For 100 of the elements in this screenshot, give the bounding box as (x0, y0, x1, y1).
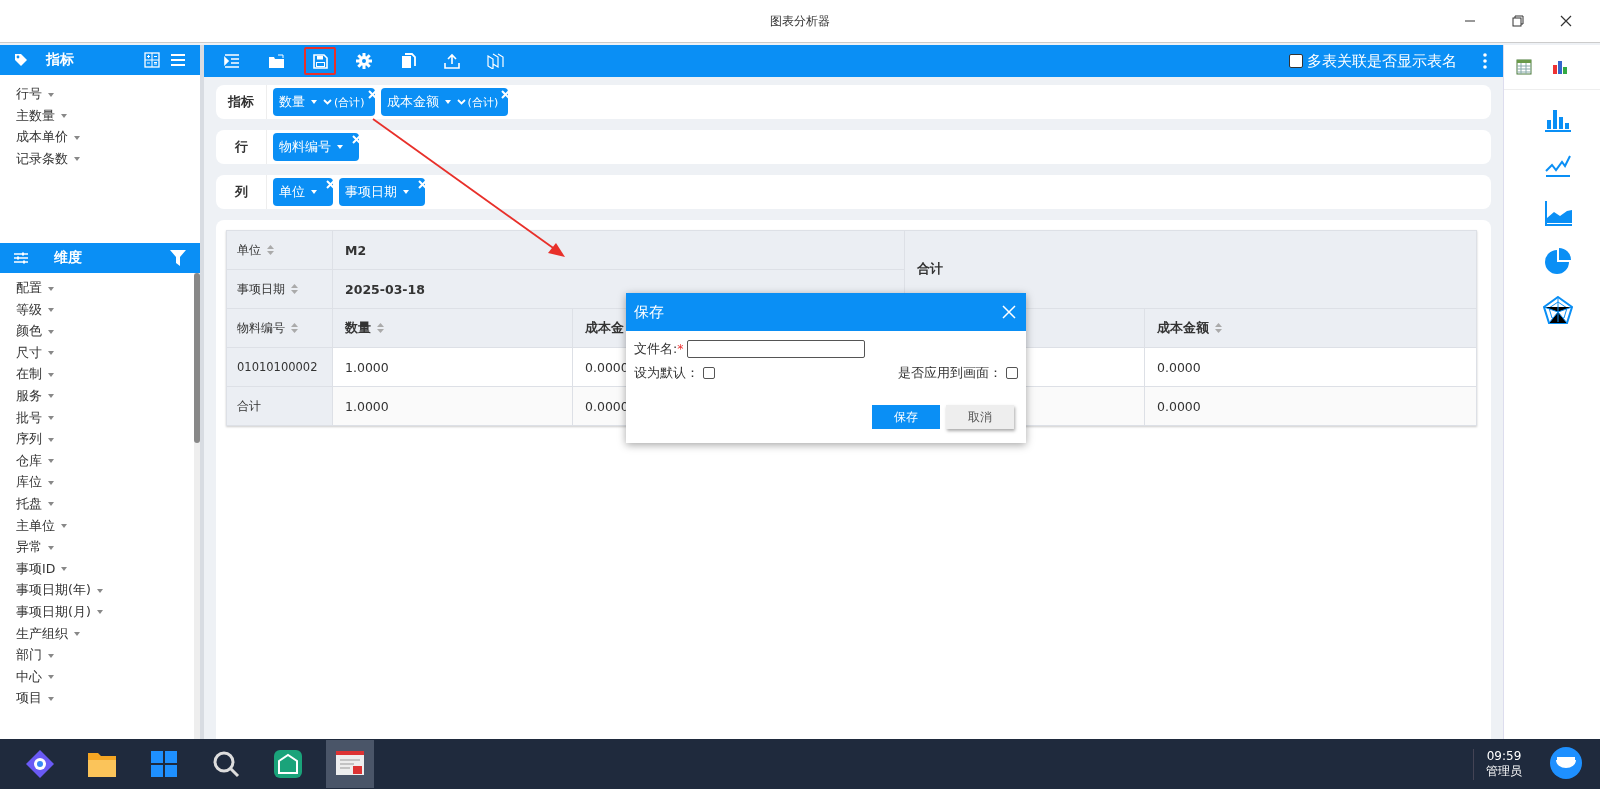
restore-icon[interactable] (1512, 15, 1524, 27)
caret-icon[interactable] (337, 145, 343, 149)
scrollbar-thumb[interactable] (194, 273, 200, 443)
save-button[interactable] (304, 47, 336, 75)
field-item[interactable]: 在制 (16, 366, 42, 382)
remove-icon[interactable] (418, 180, 427, 189)
field-item[interactable]: 库位 (16, 474, 42, 490)
field-item[interactable]: 服务 (16, 387, 42, 403)
chevron-down-icon[interactable] (456, 99, 466, 105)
field-item[interactable]: 项目 (16, 690, 42, 706)
field-item[interactable]: 序列 (16, 431, 42, 447)
caret-icon[interactable] (48, 653, 54, 658)
field-item[interactable]: 主数量 (16, 107, 55, 123)
table-cell: 1.0000 (332, 347, 573, 387)
caret-icon[interactable] (61, 524, 67, 529)
header-cell[interactable]: 物料编号 (237, 320, 285, 335)
diamond-icon (25, 749, 55, 779)
checkbox[interactable] (703, 367, 715, 379)
line-chart-icon[interactable] (1545, 154, 1571, 178)
caret-icon[interactable] (48, 480, 54, 485)
header-cell[interactable]: 成本金 (585, 319, 624, 335)
caret-icon[interactable] (444, 100, 451, 104)
caret-icon[interactable] (48, 696, 54, 701)
menu-icon[interactable] (170, 53, 186, 67)
caret-icon[interactable] (311, 190, 317, 194)
field-item[interactable]: 尺寸 (16, 344, 42, 360)
field-item[interactable]: 事项日期(月) (16, 603, 91, 619)
remove-icon[interactable] (326, 180, 335, 189)
field-item[interactable]: 生产组织 (16, 625, 68, 641)
field-item[interactable]: 仓库 (16, 452, 42, 468)
area-chart-icon[interactable] (1544, 200, 1572, 226)
sort-icon[interactable] (291, 323, 298, 333)
caret-icon[interactable] (74, 135, 80, 140)
caret-icon[interactable] (48, 92, 54, 97)
field-item[interactable]: 记录条数 (16, 150, 68, 166)
bar-chart-icon[interactable] (1545, 108, 1571, 132)
caret-icon[interactable] (48, 329, 54, 334)
pie-chart-icon[interactable] (1545, 248, 1571, 274)
caret-icon[interactable] (96, 588, 103, 593)
radar-chart-icon[interactable] (1543, 296, 1573, 324)
caret-icon[interactable] (48, 394, 54, 399)
bar-chart-icon[interactable] (1552, 59, 1568, 75)
field-item[interactable]: 中心 (16, 668, 42, 684)
field-item[interactable]: 批号 (16, 409, 42, 425)
caret-icon[interactable] (48, 675, 54, 680)
caret-icon[interactable] (74, 157, 80, 162)
header-cell[interactable]: 成本金额 (1157, 319, 1209, 335)
field-item[interactable]: 颜色 (16, 323, 42, 339)
remove-icon[interactable] (367, 90, 377, 99)
caret-icon[interactable] (48, 437, 54, 442)
field-item[interactable]: 事项ID (16, 560, 56, 576)
chat-bubble-icon[interactable] (1548, 746, 1584, 782)
sort-icon[interactable] (1215, 323, 1222, 333)
header-cell[interactable]: 事项日期 (237, 281, 285, 296)
panel-title: 指标 (46, 51, 74, 69)
field-item[interactable]: 成本单价 (16, 129, 68, 145)
file-name-input[interactable] (687, 340, 866, 358)
remove-icon[interactable] (501, 90, 511, 99)
caret-icon[interactable] (48, 351, 54, 356)
caret-icon[interactable] (74, 632, 80, 636)
caret-icon[interactable] (48, 416, 54, 421)
calculator-icon[interactable] (144, 52, 160, 68)
user-name: 管理员 (1486, 762, 1522, 780)
filter-icon[interactable] (170, 250, 186, 266)
caret-icon[interactable] (61, 567, 68, 572)
sort-icon[interactable] (267, 245, 274, 255)
header-cell[interactable]: 单位 (237, 242, 261, 257)
caret-icon[interactable] (48, 502, 54, 507)
row-header-cell: 01010100002 (226, 347, 333, 387)
checkbox[interactable] (1289, 54, 1303, 68)
caret-icon[interactable] (403, 190, 409, 194)
caret-icon[interactable] (48, 459, 54, 464)
field-item[interactable]: 等级 (16, 301, 42, 317)
sort-icon[interactable] (377, 323, 384, 333)
sort-icon[interactable] (291, 284, 298, 294)
save-icon (312, 53, 328, 69)
field-item[interactable]: 事项日期(年) (16, 582, 91, 598)
caret-icon[interactable] (311, 100, 317, 104)
header-cell[interactable]: 数量 (345, 319, 371, 335)
field-item[interactable]: 托盘 (16, 495, 42, 511)
folder-icon (87, 750, 117, 778)
caret-icon[interactable] (61, 114, 67, 119)
table-icon[interactable] (1516, 59, 1532, 75)
field-item[interactable]: 异常 (16, 539, 42, 555)
caret-icon[interactable] (48, 308, 54, 313)
field-item[interactable]: 部门 (16, 647, 42, 663)
chevron-down-icon[interactable] (323, 99, 332, 105)
field-item[interactable]: 行号 (16, 86, 42, 101)
close-icon[interactable] (1560, 15, 1572, 27)
caret-icon[interactable] (96, 610, 103, 615)
caret-icon[interactable] (48, 545, 54, 550)
more-icon[interactable] (1483, 53, 1487, 69)
remove-icon[interactable] (352, 135, 361, 144)
caret-icon[interactable] (48, 372, 54, 377)
field-item[interactable]: 配置 (16, 280, 42, 295)
cancel-button[interactable]: 取消 (946, 405, 1014, 429)
caret-icon[interactable] (48, 286, 54, 291)
field-item[interactable]: 主单位 (16, 517, 55, 533)
report-app-button[interactable] (326, 740, 374, 788)
checkbox[interactable] (1006, 367, 1018, 379)
